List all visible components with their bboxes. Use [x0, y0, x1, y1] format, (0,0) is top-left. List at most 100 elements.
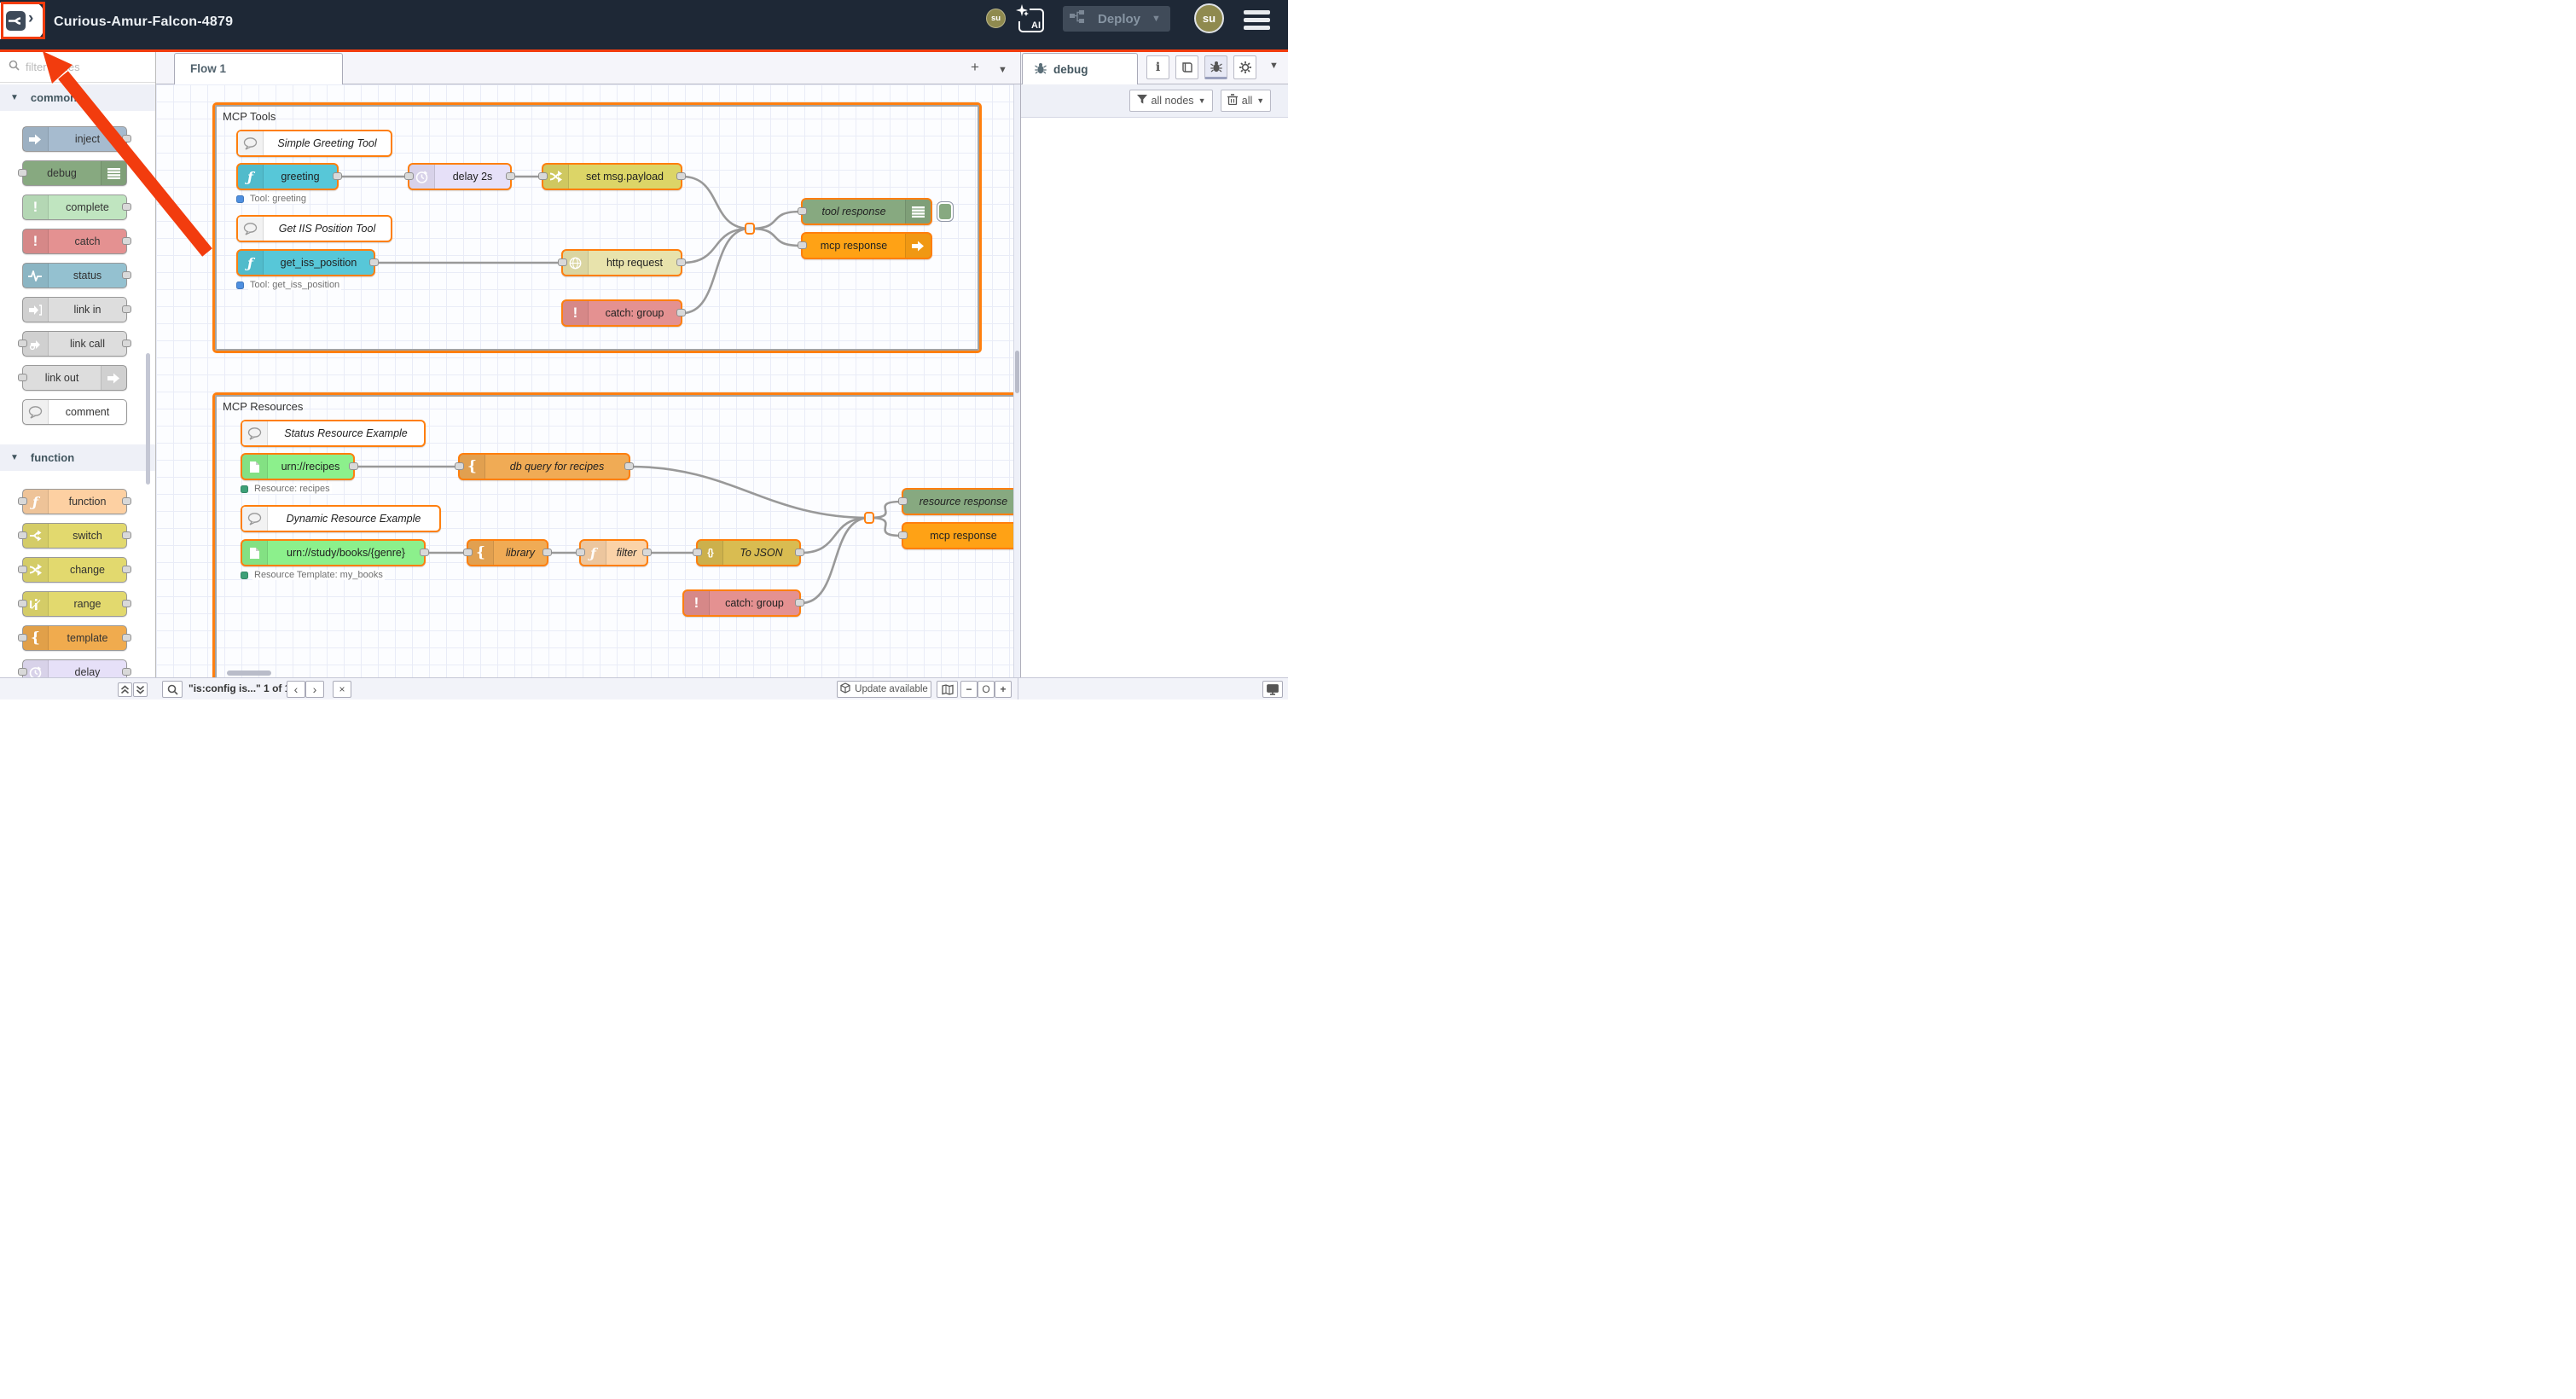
update-available-button[interactable]: Update available	[837, 681, 931, 698]
node-db-query[interactable]: {db query for recipes	[458, 453, 630, 480]
flow-list-caret[interactable]: ▼	[998, 61, 1007, 78]
palette-node-comment[interactable]: comment	[22, 399, 127, 425]
palette-node-link-in[interactable]: link in	[22, 297, 127, 322]
palette-node-link-out[interactable]: link out	[22, 365, 127, 391]
debug-clear-button[interactable]: all ▼	[1221, 90, 1271, 112]
node-greeting[interactable]: ƒgreeting	[236, 163, 339, 190]
debug-sidebar-button[interactable]	[1204, 55, 1227, 79]
wire-junction[interactable]	[745, 223, 755, 235]
search-prev-button[interactable]: ‹	[287, 681, 305, 698]
palette-node-debug[interactable]: debug	[22, 160, 127, 186]
sidebar-options-caret[interactable]: ▼	[1269, 61, 1279, 71]
palette-node-inject[interactable]: inject	[22, 126, 127, 152]
node-mcp-response-1[interactable]: mcp response	[801, 232, 932, 259]
search-next-button[interactable]: ›	[305, 681, 324, 698]
main-menu-button[interactable]	[1244, 10, 1270, 33]
info-sidebar-button[interactable]: i	[1146, 55, 1169, 79]
output-port[interactable]	[542, 549, 552, 556]
add-flow-button[interactable]: +	[971, 59, 979, 76]
output-port[interactable]	[122, 566, 131, 573]
node-set-msg-payload[interactable]: set msg.payload	[542, 163, 682, 190]
output-port[interactable]	[122, 531, 131, 539]
wire[interactable]	[682, 229, 750, 263]
input-port[interactable]	[18, 169, 27, 177]
output-port[interactable]	[122, 135, 131, 142]
help-sidebar-button[interactable]	[1175, 55, 1198, 79]
output-port[interactable]	[122, 237, 131, 245]
palette-node-function[interactable]: ƒfunction	[22, 489, 127, 514]
palette-category-common[interactable]: ▼common	[0, 84, 155, 111]
output-port[interactable]	[676, 309, 686, 316]
input-port[interactable]	[18, 531, 27, 539]
output-port[interactable]	[676, 172, 686, 180]
canvas-horizontal-scrollbar[interactable]	[227, 670, 271, 676]
output-port[interactable]	[795, 599, 804, 607]
output-port[interactable]	[369, 258, 379, 266]
input-port[interactable]	[898, 497, 908, 505]
user-avatar[interactable]: su	[1194, 3, 1224, 33]
palette-collapse-button[interactable]	[118, 682, 132, 697]
comment-simple-greeting-tool[interactable]: Simple Greeting Tool	[236, 130, 392, 157]
output-port[interactable]	[122, 305, 131, 313]
wire[interactable]	[682, 177, 750, 229]
comment-get-iis-position-tool[interactable]: Get IIS Position Tool	[236, 215, 392, 242]
palette-node-switch[interactable]: switch	[22, 523, 127, 549]
input-port[interactable]	[18, 600, 27, 607]
comment-status-resource-example[interactable]: Status Resource Example	[241, 420, 426, 447]
wire[interactable]	[801, 518, 869, 603]
output-port[interactable]	[420, 549, 429, 556]
wire[interactable]	[801, 518, 869, 553]
ai-assistant-button[interactable]: AI	[1018, 9, 1044, 32]
input-port[interactable]	[18, 374, 27, 381]
output-port[interactable]	[676, 258, 686, 266]
node-catch-group-res[interactable]: !catch: group	[682, 589, 801, 617]
wire[interactable]	[750, 229, 801, 246]
output-port[interactable]	[333, 172, 342, 180]
input-port[interactable]	[693, 549, 702, 556]
palette-scrollbar[interactable]	[146, 353, 150, 485]
tab-flow-1[interactable]: Flow 1	[174, 53, 343, 84]
navigator-button[interactable]	[937, 681, 958, 698]
node-get-iss-position[interactable]: ƒget_iss_position	[236, 249, 375, 276]
output-port[interactable]	[122, 668, 131, 676]
palette-node-template[interactable]: {template	[22, 625, 127, 651]
input-port[interactable]	[18, 668, 27, 676]
palette-category-function[interactable]: ▼function	[0, 444, 155, 471]
palette-node-delay[interactable]: delay	[22, 659, 127, 677]
deploy-options-caret[interactable]: ▼	[1152, 14, 1170, 24]
zoom-in-button[interactable]: +	[995, 681, 1012, 698]
wire[interactable]	[682, 229, 750, 313]
canvas-vertical-scrollbar[interactable]	[1015, 351, 1019, 393]
palette-node-change[interactable]: change	[22, 557, 127, 583]
input-port[interactable]	[576, 549, 585, 556]
palette-node-complete[interactable]: !complete	[22, 194, 127, 220]
palette-node-range[interactable]: range	[22, 591, 127, 617]
node-delay-2s[interactable]: delay 2s	[408, 163, 512, 190]
output-port[interactable]	[122, 203, 131, 211]
palette-node-status[interactable]: status	[22, 263, 127, 288]
debug-window-button[interactable]	[1262, 681, 1283, 698]
search-close-button[interactable]: ×	[333, 681, 351, 698]
output-port[interactable]	[642, 549, 652, 556]
output-port[interactable]	[122, 271, 131, 279]
node-http-request[interactable]: http request	[561, 249, 682, 276]
output-port[interactable]	[795, 549, 804, 556]
input-port[interactable]	[798, 207, 807, 215]
config-sidebar-button[interactable]	[1233, 55, 1256, 79]
output-port[interactable]	[506, 172, 515, 180]
zoom-reset-button[interactable]: O	[978, 681, 995, 698]
logo[interactable]: ›	[0, 3, 44, 39]
node-catch-group-tools[interactable]: !catch: group	[561, 299, 682, 327]
input-port[interactable]	[558, 258, 567, 266]
collaborator-avatar[interactable]: su	[986, 9, 1006, 28]
palette-search[interactable]: filter nodes	[0, 52, 155, 83]
footer-search-button[interactable]	[162, 681, 183, 698]
node-tool-response[interactable]: tool response	[801, 198, 932, 225]
wire-junction[interactable]	[864, 512, 874, 524]
flow-canvas[interactable]: MCP ToolsMCP ResourcesSimple Greeting To…	[156, 84, 1020, 677]
debug-enable-toggle[interactable]	[937, 201, 954, 222]
input-port[interactable]	[18, 566, 27, 573]
input-port[interactable]	[898, 531, 908, 539]
output-port[interactable]	[122, 634, 131, 641]
debug-filter-button[interactable]: all nodes ▼	[1129, 90, 1213, 112]
